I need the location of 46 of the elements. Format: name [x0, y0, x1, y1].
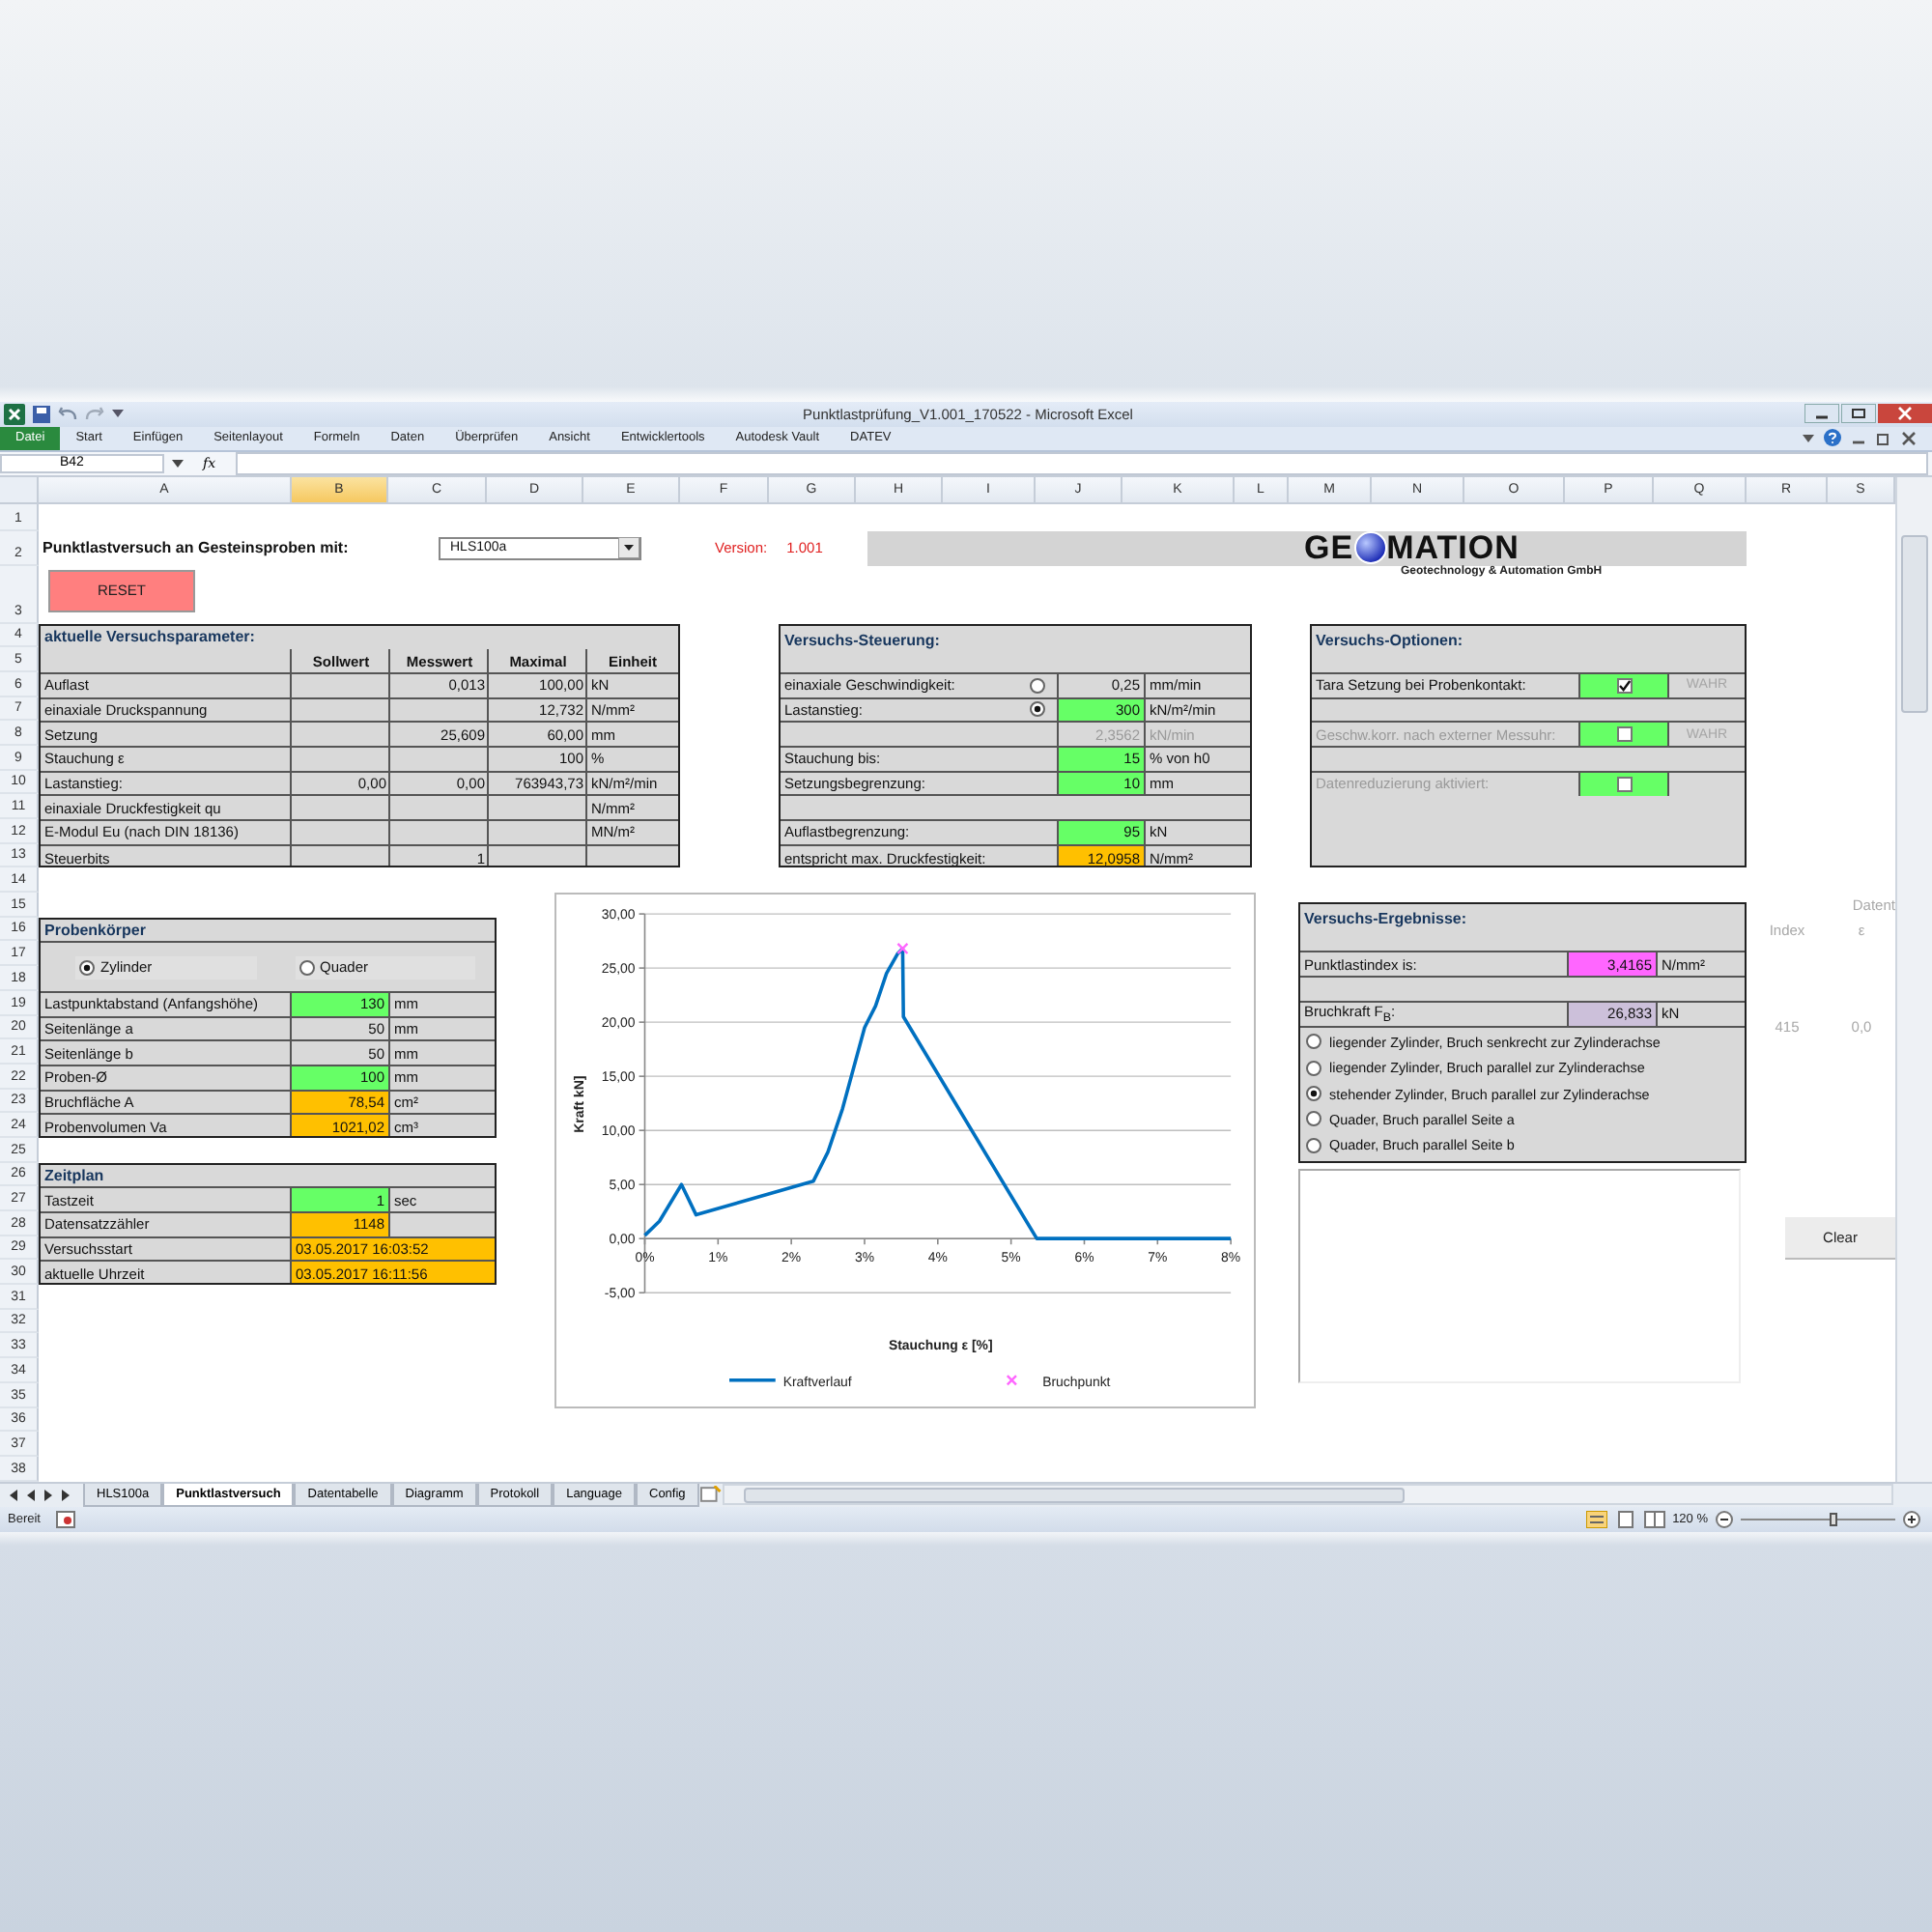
help-icon[interactable]: [1824, 429, 1841, 446]
minimize-icon[interactable]: [1804, 404, 1839, 423]
page-layout-icon[interactable]: [1614, 1510, 1636, 1527]
logo-text: MATION: [1386, 528, 1520, 565]
radio-button[interactable]: [1306, 1137, 1321, 1153]
zoom-slider-thumb[interactable]: [1829, 1512, 1837, 1525]
dropdown-caret-icon[interactable]: [112, 410, 124, 417]
legend-marker-icon: [1006, 1375, 1018, 1386]
panel-title: Zeitplan: [43, 1164, 104, 1187]
radio-button[interactable]: [1306, 1111, 1321, 1127]
radio-button[interactable]: [1306, 1060, 1321, 1076]
panel-title: Versuchs-Ergebnisse:: [1302, 908, 1467, 930]
checkbox[interactable]: [1616, 677, 1632, 694]
radio-button[interactable]: [79, 959, 95, 976]
horizontal-scrollbar[interactable]: [722, 1484, 1893, 1505]
dropdown-caret-icon[interactable]: [172, 459, 184, 467]
undo-icon[interactable]: [58, 406, 77, 421]
excel-logo-icon[interactable]: [4, 403, 25, 424]
radio-button[interactable]: [1306, 1034, 1321, 1050]
restore-icon[interactable]: [1876, 430, 1891, 445]
zoom-out-icon[interactable]: [1716, 1510, 1733, 1527]
radio-button[interactable]: [298, 959, 314, 976]
restore-icon[interactable]: [1841, 404, 1876, 423]
macro-record-icon[interactable]: [55, 1510, 75, 1527]
radio-button[interactable]: [1306, 1086, 1321, 1102]
close-icon[interactable]: [1878, 404, 1932, 423]
page-break-icon[interactable]: [1643, 1510, 1665, 1527]
sphere-icon: [1353, 531, 1387, 564]
legend-line-icon: [729, 1378, 776, 1382]
normal-view-icon[interactable]: [1585, 1510, 1607, 1527]
formula-input[interactable]: [235, 451, 1928, 474]
close-icon[interactable]: [1901, 430, 1917, 445]
panel-title: Versuchs-Optionen:: [1314, 629, 1463, 650]
caret-icon[interactable]: [1803, 434, 1814, 441]
panel-title: Versuchs-Steuerung:: [782, 629, 940, 650]
new-sheet-icon[interactable]: [698, 1486, 722, 1503]
logo-text: GE: [1304, 528, 1354, 567]
panel-title: aktuelle Versuchsparameter:: [43, 625, 255, 649]
save-icon[interactable]: [33, 405, 50, 422]
dropdown-arrow-icon[interactable]: [618, 537, 639, 558]
sheet-heading: Punktlastversuch an Gesteinsproben mit:: [41, 539, 351, 556]
vertical-scrollbar[interactable]: [1895, 476, 1932, 1481]
radio-button[interactable]: [1030, 677, 1045, 694]
zoom-in-icon[interactable]: [1903, 1510, 1920, 1527]
panel-title: Probenkörper: [43, 919, 146, 942]
radio-button[interactable]: [1030, 701, 1045, 718]
